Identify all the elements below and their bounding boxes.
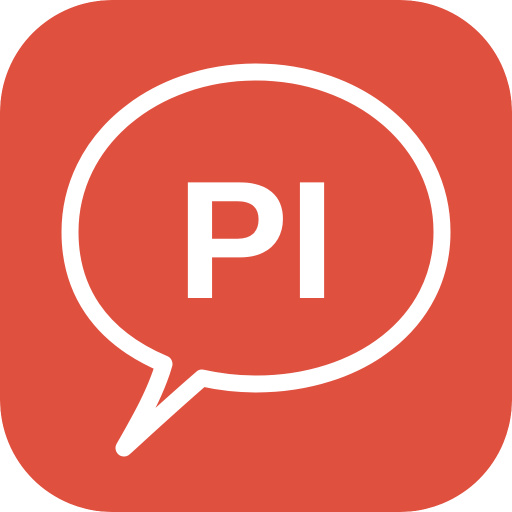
bubble-text: PI [177,146,336,334]
app-icon[interactable]: PI [0,0,512,512]
app-icon-graphic: PI [0,0,512,512]
icon-canvas: PI [0,0,512,512]
